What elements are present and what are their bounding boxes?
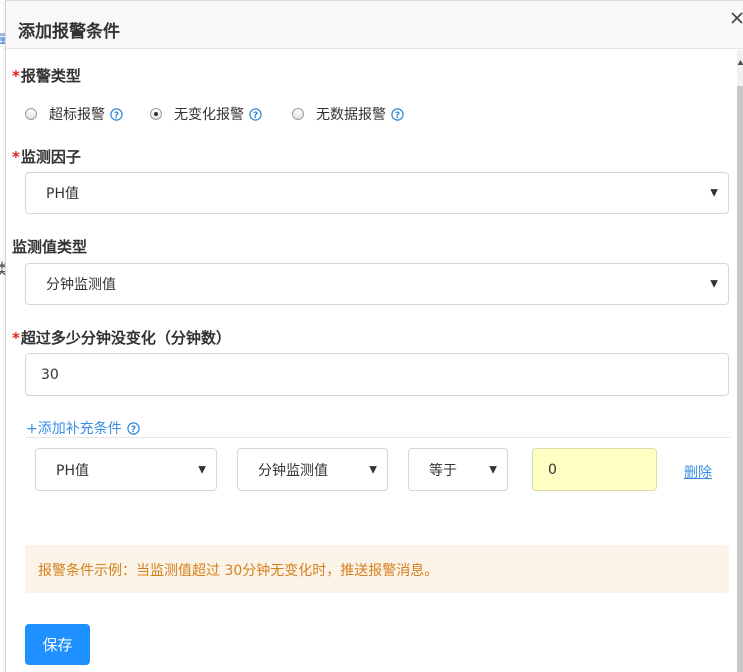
- radio-no-data-alarm[interactable]: 无数据报警 ?: [292, 104, 404, 124]
- value-type-label: 监测值类型: [12, 238, 88, 256]
- radio-exceed-alarm[interactable]: 超标报警 ?: [25, 104, 123, 124]
- radio-circle[interactable]: [25, 108, 37, 120]
- chevron-down-icon: ▼: [710, 278, 718, 290]
- dialog-title: 添加报警条件: [18, 22, 120, 42]
- chevron-down-icon: ▼: [198, 464, 206, 475]
- chevron-down-icon: ▼: [369, 464, 377, 475]
- chevron-down-icon: ▼: [489, 464, 497, 475]
- radio-circle[interactable]: [292, 108, 304, 120]
- supplement-value-input-wrapper: [532, 448, 657, 491]
- minutes-input[interactable]: [26, 354, 728, 395]
- supplement-factor-select[interactable]: PH值 ▼: [35, 448, 217, 491]
- value-type-select[interactable]: 分钟监测值 ▼: [25, 263, 729, 305]
- svg-text:?: ?: [114, 110, 119, 120]
- question-circle-icon[interactable]: ?: [391, 107, 404, 121]
- monitoring-factor-select[interactable]: PH值 ▼: [25, 172, 729, 214]
- svg-text:?: ?: [131, 424, 136, 434]
- monitoring-factor-label: *监测因子: [12, 148, 81, 166]
- dialog-header: 添加报警条件: [6, 0, 743, 49]
- delete-link[interactable]: 删除: [684, 462, 712, 482]
- supplement-operator-select[interactable]: 等于 ▼: [408, 448, 508, 491]
- svg-text:?: ?: [395, 110, 400, 120]
- save-button[interactable]: 保存: [25, 624, 90, 665]
- add-alarm-condition-dialog: 添加报警条件 *报警类型 超标报警 ? 无变化报警 ? 无数据报警 ? *监测因…: [5, 0, 743, 672]
- scroll-up-arrow-icon[interactable]: [737, 58, 743, 68]
- divider: [26, 437, 730, 438]
- add-supplement-condition-link[interactable]: +添加补充条件 ?: [26, 418, 140, 438]
- minutes-input-wrapper: [25, 353, 729, 396]
- scrollbar-thumb[interactable]: [737, 86, 743, 672]
- close-icon[interactable]: [730, 11, 743, 25]
- alarm-type-label: *报警类型: [12, 67, 81, 85]
- example-note: 报警条件示例：当监测值超过 30分钟无变化时，推送报警消息。: [25, 545, 729, 593]
- radio-circle-checked[interactable]: [150, 108, 162, 120]
- question-circle-icon[interactable]: ?: [127, 421, 140, 435]
- radio-no-change-alarm[interactable]: 无变化报警 ?: [150, 104, 262, 124]
- chevron-down-icon: ▼: [710, 187, 718, 199]
- minutes-label: *超过多少分钟没变化（分钟数）: [12, 329, 231, 347]
- svg-text:?: ?: [253, 110, 258, 120]
- question-circle-icon[interactable]: ?: [110, 107, 123, 121]
- question-circle-icon[interactable]: ?: [249, 107, 262, 121]
- supplement-value-input[interactable]: [533, 449, 656, 490]
- supplement-value-type-select[interactable]: 分钟监测值 ▼: [237, 448, 388, 491]
